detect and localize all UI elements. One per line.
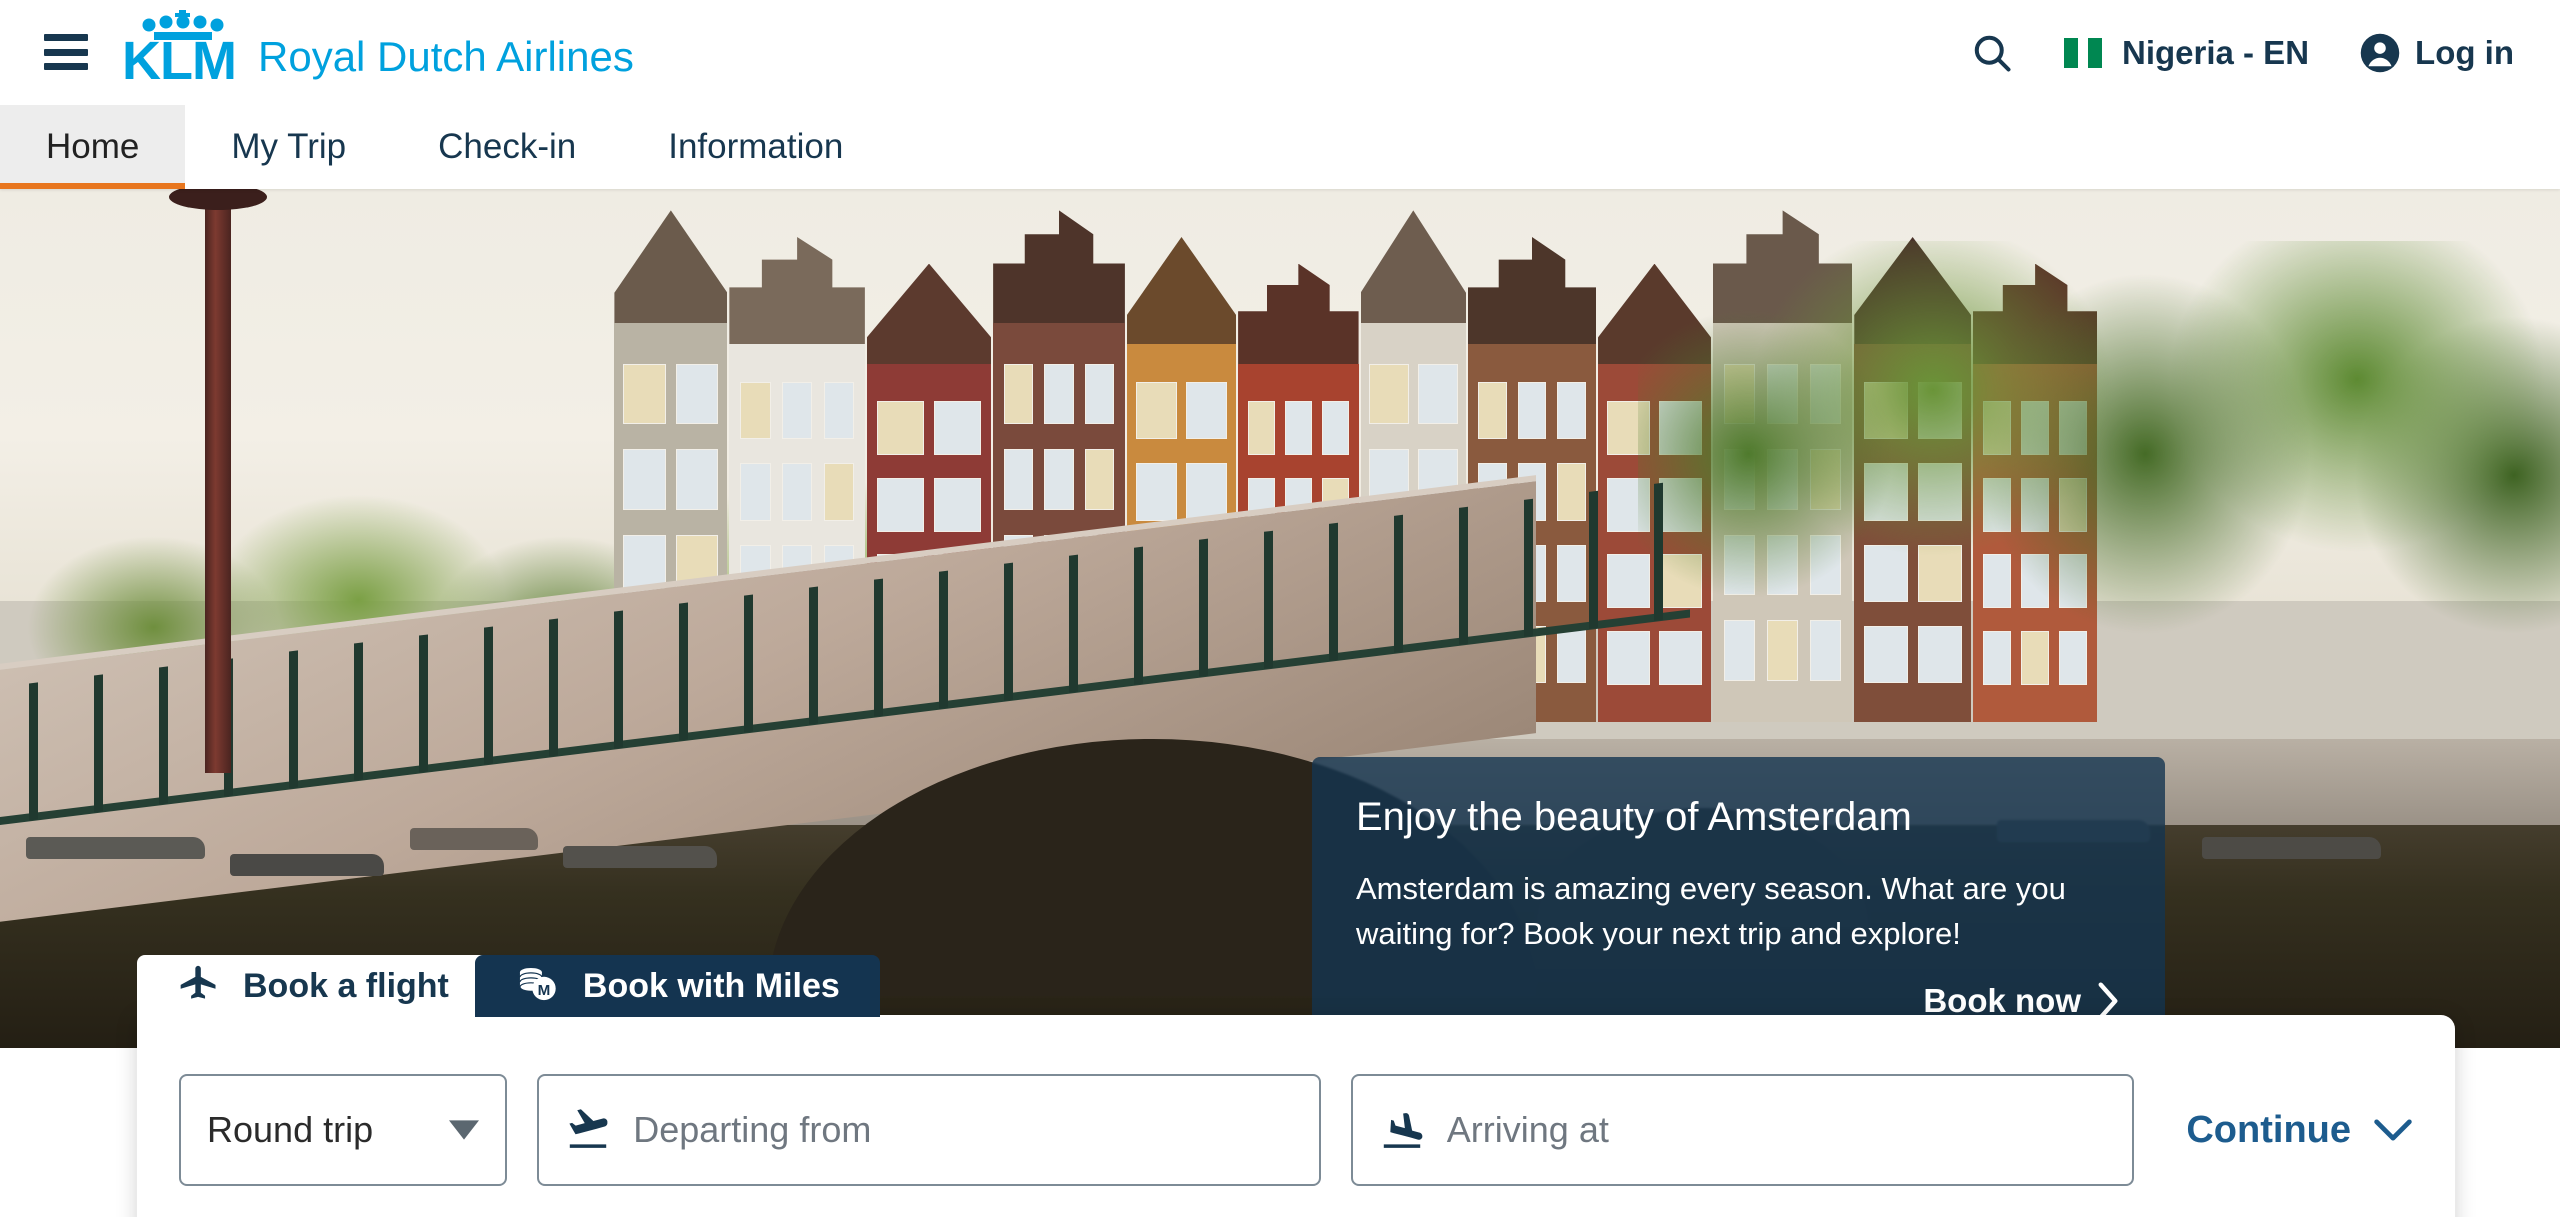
tab-information-label: Information — [668, 127, 844, 166]
country-language-selector[interactable]: Nigeria - EN — [2063, 33, 2310, 72]
klm-homepage: KLM Royal Dutch Airlines Nigeria - EN Lo… — [0, 0, 2560, 1217]
hero-railing-post — [1170, 536, 1235, 681]
airplane-icon — [180, 965, 216, 999]
airplane-landing-icon — [1383, 1113, 1423, 1148]
booking-tabs: Book a flight M Book with Miles — [137, 955, 2455, 1017]
arriving-at-placeholder: Arriving at — [1446, 1109, 1609, 1150]
nigeria-flag-icon — [2063, 37, 2108, 68]
hero-railing-post — [975, 560, 1040, 705]
hamburger-bar — [44, 48, 88, 56]
site-header: KLM Royal Dutch Airlines Nigeria - EN Lo… — [0, 0, 2560, 105]
login-button[interactable]: Log in — [2359, 32, 2514, 74]
caret-down-icon — [449, 1120, 480, 1140]
hero-railing-post — [585, 607, 650, 752]
chevron-down-icon — [2374, 1119, 2412, 1141]
hero-railing-post — [455, 623, 520, 768]
tab-my-trip[interactable]: My Trip — [185, 105, 392, 189]
promo-body: Amsterdam is amazing every season. What … — [1356, 871, 2066, 951]
hero-railing-post — [1625, 480, 1690, 625]
tab-book-with-miles-label: Book with Miles — [582, 966, 840, 1005]
hero-railing-post — [520, 615, 585, 760]
tab-my-trip-label: My Trip — [231, 127, 347, 166]
svg-text:M: M — [538, 982, 551, 999]
account-circle-icon — [2360, 33, 2400, 72]
hero-railing-post — [1365, 512, 1430, 657]
hero-railing-post — [780, 584, 845, 729]
trip-type-value: Round trip — [207, 1109, 374, 1150]
hero-railing-post — [0, 679, 65, 824]
continue-label: Continue — [2186, 1108, 2351, 1151]
hero-railing-post — [1300, 520, 1365, 665]
hero-railing-post — [65, 671, 130, 816]
hero-railing-post — [1105, 544, 1170, 689]
airplane-takeoff-icon — [569, 1109, 608, 1148]
hero-railing-post — [325, 639, 390, 784]
continue-button[interactable]: Continue — [2186, 1109, 2413, 1152]
tab-information[interactable]: Information — [622, 105, 889, 189]
hamburger-bar — [44, 34, 88, 41]
country-language-label: Nigeria - EN — [2121, 33, 2310, 71]
klm-logomark: KLM — [122, 8, 242, 90]
tab-book-with-miles[interactable]: M Book with Miles — [474, 955, 880, 1017]
hero-boat — [230, 854, 384, 877]
hero-banner-image: Enjoy the beauty of Amsterdam Amsterdam … — [0, 189, 2560, 1048]
hero-railing-post — [1040, 552, 1105, 697]
departing-from-input[interactable]: Departing from — [537, 1074, 1321, 1186]
hero-railing-post — [1430, 504, 1495, 649]
hero-railing-post — [390, 631, 455, 776]
promo-title: Enjoy the beauty of Amsterdam — [1356, 795, 1912, 839]
main-navigation: Home My Trip Check-in Information — [0, 105, 2560, 189]
klm-wordmark: KLM — [122, 31, 237, 91]
hero-railing-post — [1495, 496, 1560, 641]
tab-home-label: Home — [46, 127, 140, 166]
hero-illustration — [0, 189, 2560, 1048]
search-button[interactable] — [1970, 31, 2014, 75]
hero-railing-post — [260, 647, 325, 792]
departing-from-placeholder: Departing from — [633, 1109, 872, 1150]
arriving-at-input[interactable]: Arriving at — [1350, 1074, 2135, 1186]
hero-boat — [25, 837, 205, 860]
hero-trees-right — [1638, 240, 2560, 774]
hamburger-menu-icon[interactable] — [44, 34, 88, 70]
hero-boat — [409, 828, 538, 851]
hero-railing-post — [910, 568, 975, 713]
header-actions: Nigeria - EN Log in — [1970, 0, 2514, 105]
brand-name: Royal Dutch Airlines — [258, 33, 634, 80]
booking-form-panel: Round trip Departing from Arriving at Co… — [137, 1015, 2455, 1217]
search-icon — [1974, 35, 2011, 72]
hero-railing-post — [1235, 528, 1300, 673]
hero-lamp-post — [168, 189, 267, 774]
hero-railing-post — [650, 599, 715, 744]
tab-check-in-label: Check-in — [438, 127, 577, 166]
tab-check-in[interactable]: Check-in — [392, 105, 622, 189]
coins-miles-icon: M — [519, 967, 556, 1001]
hero-boat — [563, 845, 717, 868]
hero-railing-post — [845, 576, 910, 721]
tab-book-a-flight-label: Book a flight — [243, 966, 449, 1005]
login-label: Log in — [2415, 33, 2514, 71]
hero-railing-post — [715, 591, 780, 736]
hamburger-bar — [44, 63, 88, 70]
booking-widget: Book a flight M Book with Miles Round tr… — [137, 955, 2455, 1217]
hero-boat — [2201, 837, 2381, 860]
tab-book-a-flight[interactable]: Book a flight — [137, 955, 489, 1017]
hero-railing-post — [1560, 488, 1625, 633]
klm-logo[interactable]: KLM Royal Dutch Airlines — [122, 8, 634, 90]
hero-railing-post — [130, 663, 195, 808]
trip-type-select[interactable]: Round trip — [179, 1074, 508, 1186]
tab-home[interactable]: Home — [0, 105, 186, 189]
